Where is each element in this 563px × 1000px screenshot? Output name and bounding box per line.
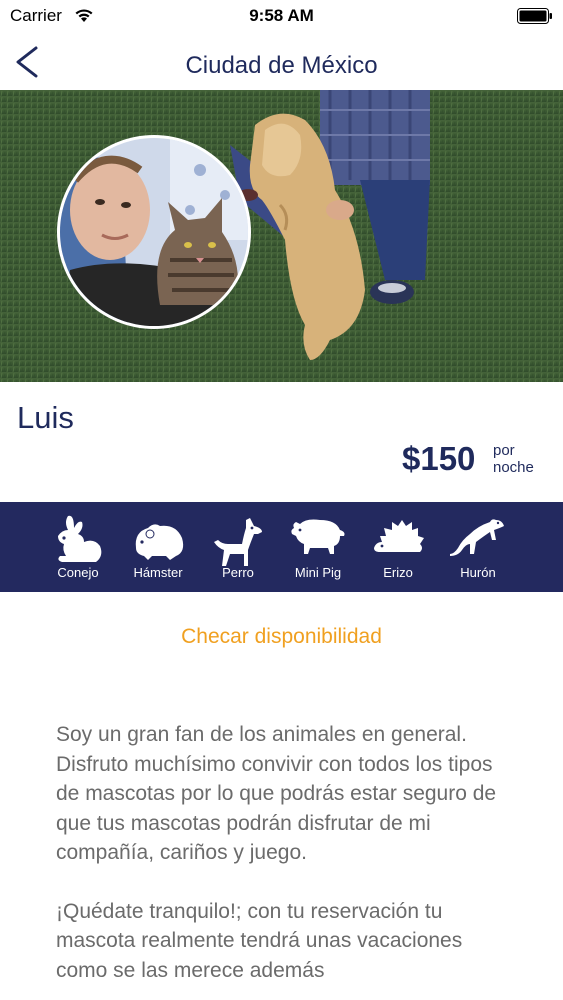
hedgehog-icon [374, 520, 424, 552]
pet-item-huron[interactable]: Hurón [438, 502, 518, 592]
dog-icon [214, 518, 262, 566]
price-unit-line2: noche [493, 459, 534, 476]
host-cover-photo [0, 90, 563, 382]
hamster-icon [135, 524, 184, 560]
pet-label: Mini Pig [294, 565, 342, 580]
pet-item-perro[interactable]: Perro [198, 502, 278, 592]
navigation-bar: Ciudad de México [0, 32, 563, 90]
bio-paragraph: ¡Quédate tranquilo!; con tu reservación … [56, 899, 463, 982]
pet-item-hamster[interactable]: Hámster [118, 502, 198, 592]
price-unit-line1: por [493, 442, 515, 459]
pet-label: Hámster [133, 565, 183, 580]
battery-icon [517, 8, 553, 24]
price-value: $150 [402, 440, 476, 477]
rabbit-icon [58, 515, 102, 562]
page-title: Ciudad de México [185, 52, 378, 79]
price-unit: por noche [493, 442, 534, 476]
pet-label: Perro [222, 565, 254, 580]
status-time: 9:58 AM [249, 6, 314, 25]
accepted-pets-bar: Conejo Hámster Perro Mini Pig Erizo Huró… [0, 502, 563, 592]
pet-item-conejo[interactable]: Conejo [38, 502, 118, 592]
pet-label: Hurón [460, 565, 496, 580]
pet-label: Erizo [383, 565, 413, 580]
host-name: Luis [17, 400, 74, 435]
host-bio: Soy un gran fan de los animales en gener… [56, 720, 516, 1000]
check-availability-link[interactable]: Checar disponibilidad [0, 625, 563, 649]
pet-item-erizo[interactable]: Erizo [358, 502, 438, 592]
ferret-icon [450, 519, 504, 556]
status-bar: Carrier 9:58 AM [0, 0, 563, 32]
pet-label: Conejo [57, 565, 99, 580]
pet-item-mini-pig[interactable]: Mini Pig [278, 502, 358, 592]
bio-paragraph: Soy un gran fan de los animales en gener… [56, 723, 497, 864]
pig-icon [291, 519, 345, 554]
